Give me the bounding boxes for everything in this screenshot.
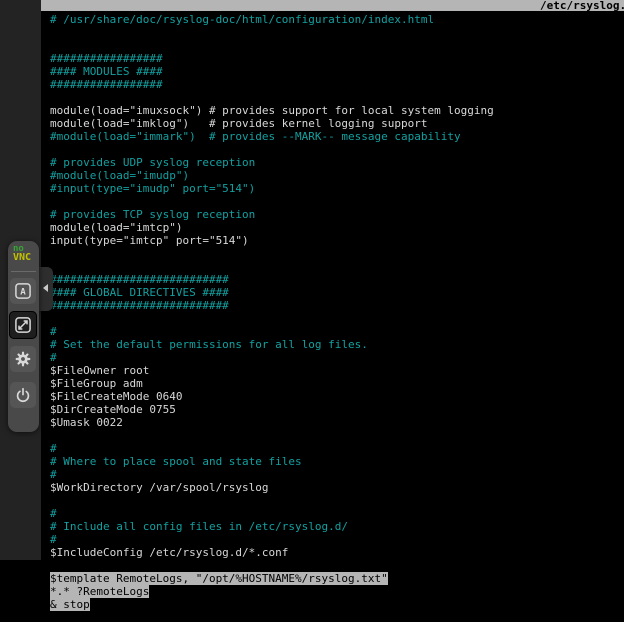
fullscreen-button[interactable] bbox=[9, 311, 37, 339]
terminal-line: # bbox=[50, 468, 624, 481]
terminal-lines: # /usr/share/doc/rsyslog-doc/html/config… bbox=[50, 13, 624, 611]
nano-filename: /etc/rsyslog. bbox=[540, 0, 624, 11]
terminal-line: # provides UDP syslog reception bbox=[50, 156, 624, 169]
collapse-left-icon bbox=[43, 284, 48, 292]
terminal-line: module(load="imtcp") bbox=[50, 221, 624, 234]
terminal-line: $DirCreateMode 0755 bbox=[50, 403, 624, 416]
selected-text: & stop bbox=[50, 598, 90, 611]
terminal-line bbox=[50, 26, 624, 39]
terminal-line: #module(load="imudp") bbox=[50, 169, 624, 182]
fullscreen-icon bbox=[13, 315, 33, 335]
terminal-line: $WorkDirectory /var/spool/rsyslog bbox=[50, 481, 624, 494]
terminal-line: $Umask 0022 bbox=[50, 416, 624, 429]
keyboard-a-icon: A bbox=[13, 281, 33, 301]
novnc-logo-vnc: VNC bbox=[13, 253, 31, 263]
terminal-line: #module(load="immark") # provides --MARK… bbox=[50, 130, 624, 143]
toolbar-divider bbox=[11, 271, 36, 272]
terminal-line: # Include all config files in /etc/rsysl… bbox=[50, 520, 624, 533]
terminal-line: $FileCreateMode 0640 bbox=[50, 390, 624, 403]
terminal-line: # bbox=[50, 507, 624, 520]
terminal-line: module(load="imuxsock") # provides suppo… bbox=[50, 104, 624, 117]
terminal-line bbox=[50, 494, 624, 507]
terminal-line: *.* ?RemoteLogs bbox=[50, 585, 624, 598]
terminal-line: ########################### bbox=[50, 273, 624, 286]
terminal-line: ################# bbox=[50, 78, 624, 91]
terminal-line: # Where to place spool and state files bbox=[50, 455, 624, 468]
novnc-control-bar: no VNC A bbox=[8, 241, 39, 432]
terminal-line bbox=[50, 247, 624, 260]
terminal-line: # bbox=[50, 351, 624, 364]
terminal-line bbox=[50, 91, 624, 104]
terminal-line: $FileGroup adm bbox=[50, 377, 624, 390]
nano-titlebar: GNU nano 7.2 /etc/rsyslog. bbox=[41, 0, 624, 11]
selected-text: *.* ?RemoteLogs bbox=[50, 585, 149, 598]
terminal-line: & stop bbox=[50, 598, 624, 611]
terminal-line: ################# bbox=[50, 52, 624, 65]
terminal-line: # bbox=[50, 533, 624, 546]
terminal-line: # Set the default permissions for all lo… bbox=[50, 338, 624, 351]
terminal-line bbox=[50, 143, 624, 156]
terminal-line: # provides TCP syslog reception bbox=[50, 208, 624, 221]
novnc-logo: no VNC bbox=[13, 245, 31, 263]
power-icon bbox=[13, 385, 33, 405]
terminal-line: #### MODULES #### bbox=[50, 65, 624, 78]
power-button[interactable] bbox=[10, 382, 36, 408]
terminal-line: input(type="imtcp" port="514") bbox=[50, 234, 624, 247]
terminal-line: #### GLOBAL DIRECTIVES #### bbox=[50, 286, 624, 299]
terminal-line: # bbox=[50, 442, 624, 455]
terminal-line bbox=[50, 260, 624, 273]
terminal-line: ########################### bbox=[50, 299, 624, 312]
terminal-line: module(load="imklog") # provides kernel … bbox=[50, 117, 624, 130]
terminal-line bbox=[50, 39, 624, 52]
extra-keys-button[interactable]: A bbox=[10, 278, 36, 304]
terminal-line bbox=[50, 195, 624, 208]
settings-button[interactable] bbox=[10, 346, 36, 372]
terminal-line bbox=[50, 559, 624, 572]
selected-text: $template RemoteLogs, "/opt/%HOSTNAME%/r… bbox=[50, 572, 388, 585]
terminal-line: # bbox=[50, 325, 624, 338]
svg-text:A: A bbox=[20, 286, 26, 297]
gear-icon bbox=[13, 349, 33, 369]
terminal-window[interactable]: GNU nano 7.2 /etc/rsyslog. # /usr/share/… bbox=[41, 0, 624, 622]
terminal-line: $IncludeConfig /etc/rsyslog.d/*.conf bbox=[50, 546, 624, 559]
terminal-line bbox=[50, 429, 624, 442]
terminal-line: # /usr/share/doc/rsyslog-doc/html/config… bbox=[50, 13, 624, 26]
control-bar-handle[interactable] bbox=[39, 267, 53, 311]
terminal-line: #input(type="imudp" port="514") bbox=[50, 182, 624, 195]
terminal-line: $FileOwner root bbox=[50, 364, 624, 377]
terminal-line bbox=[50, 312, 624, 325]
terminal-line: $template RemoteLogs, "/opt/%HOSTNAME%/r… bbox=[50, 572, 624, 585]
